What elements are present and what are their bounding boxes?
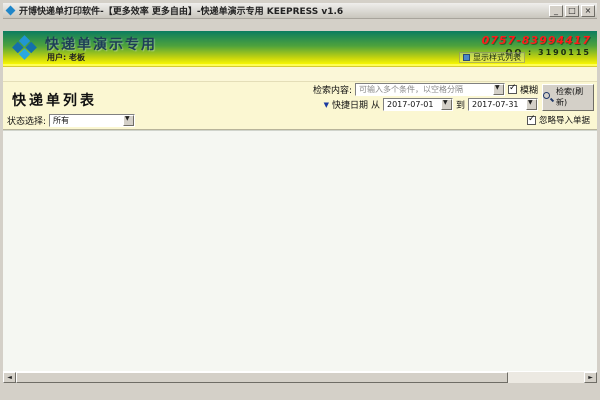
app-title: 快递单演示专用	[45, 34, 157, 54]
style-list-icon	[463, 54, 470, 61]
ignore-import-label: 忽略导入单据	[539, 114, 590, 126]
date-from-label: 从	[371, 98, 380, 111]
scroll-left-arrow-icon[interactable]: ◄	[3, 372, 16, 383]
quick-date-chevron-icon[interactable]: ▼	[324, 101, 329, 109]
waybill-table-area	[3, 130, 597, 371]
fuzzy-checkbox[interactable]	[508, 85, 517, 94]
quick-date-label: 快捷日期	[332, 98, 368, 111]
search-area: 检索内容: 可输入多个条件，以空格分隔 模糊 ▼ 快捷日期 从 2017-07-…	[313, 83, 594, 111]
search-refresh-button[interactable]: 检索(刷新)	[542, 84, 594, 111]
maximize-button[interactable]: □	[565, 5, 579, 17]
title-bar: 开博快递单打印软件-【更多效率 更多自由】-快递单演示专用 KEEPRESS v…	[3, 3, 597, 19]
filter-toolbar: 状态选择: 所有 忽略导入单据	[7, 112, 595, 128]
date-to-input[interactable]: 2017-07-31	[468, 98, 538, 111]
date-from-input[interactable]: 2017-07-01	[383, 98, 453, 111]
window-title: 开博快递单打印软件-【更多效率 更多自由】-快递单演示专用 KEEPRESS v…	[19, 4, 547, 17]
scrollbar-thumb[interactable]	[16, 372, 508, 383]
scrollbar-track[interactable]	[508, 372, 584, 383]
date-to-label: 到	[456, 98, 465, 111]
search-label: 检索内容:	[313, 83, 352, 96]
status-filter-select[interactable]: 所有	[49, 114, 135, 127]
show-style-list-button[interactable]: 显示样式列表	[459, 52, 525, 63]
page-header: 快递单列表 检索内容: 可输入多个条件，以空格分隔 模糊 ▼ 快捷日期 从	[3, 82, 597, 130]
tab-bar	[3, 67, 597, 82]
status-filter-dropdown-icon[interactable]	[123, 115, 134, 126]
service-phone: 0757-83994417	[482, 34, 591, 47]
status-filter-label: 状态选择:	[7, 114, 46, 127]
search-dropdown-arrow-icon[interactable]	[493, 84, 504, 95]
page-title: 快递单列表	[12, 90, 97, 110]
scroll-right-arrow-icon[interactable]: ►	[584, 372, 597, 383]
search-input[interactable]: 可输入多个条件，以空格分隔	[355, 83, 505, 96]
fuzzy-label: 模糊	[520, 83, 538, 96]
ignore-import-checkbox[interactable]	[527, 116, 536, 125]
close-button[interactable]: ×	[581, 5, 595, 17]
horizontal-scrollbar[interactable]: ◄ ►	[3, 371, 597, 383]
menu-bar	[3, 19, 597, 31]
date-from-dropdown-icon[interactable]	[441, 99, 452, 110]
date-to-dropdown-icon[interactable]	[526, 99, 537, 110]
app-logo-icon	[11, 34, 38, 61]
table-empty-space	[3, 130, 597, 371]
header-banner: 快递单演示专用 用户: 老板 0757-83994417 QQ : 319011…	[3, 31, 597, 64]
current-user: 用户: 老板	[47, 52, 85, 63]
app-window: 开博快递单打印软件-【更多效率 更多自由】-快递单演示专用 KEEPRESS v…	[0, 0, 600, 400]
minimize-button[interactable]: _	[549, 5, 563, 17]
status-bar	[3, 383, 597, 397]
magnifier-icon	[543, 92, 554, 103]
app-icon	[6, 6, 16, 16]
